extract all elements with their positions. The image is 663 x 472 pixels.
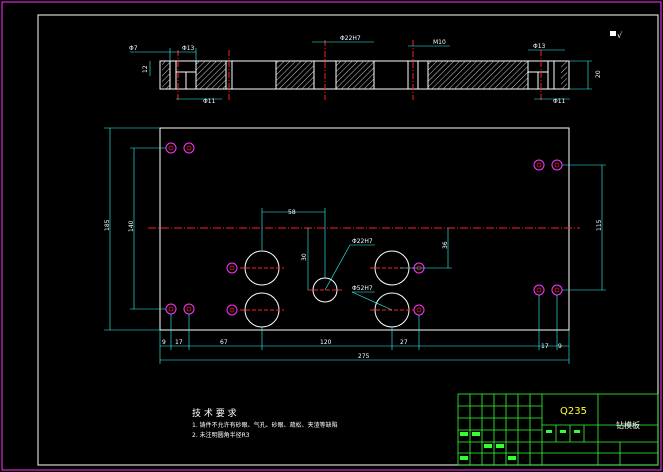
- part-name: 钻模板: [616, 420, 640, 430]
- tech-requirements: 技 术 要 求 1. 铸件不允许有砂眼、气孔、砂眼、疏松、夹渣等缺陷 2. 未注…: [192, 407, 338, 439]
- hatch-area: [561, 61, 567, 89]
- dim-label: Φ11: [203, 98, 216, 105]
- section-view: Φ7 Φ13 Φ11 Φ22H7 M10 Φ13 Φ11 12 20: [129, 35, 602, 105]
- hatch-area: [162, 61, 170, 89]
- dim-label: Φ13: [182, 45, 195, 52]
- tech-item: 1. 铸件不允许有砂眼、气孔、砂眼、疏松、夹渣等缺陷: [192, 421, 338, 429]
- dim-label: 275: [358, 353, 370, 360]
- dim-label: 58: [288, 209, 296, 216]
- hatch-area: [336, 61, 374, 89]
- dim-label: 67: [220, 339, 228, 346]
- tech-item: 2. 未注明圆角半径R3: [192, 431, 250, 439]
- dim-label: 27: [400, 339, 408, 346]
- tech-title: 技 术 要 求: [192, 407, 237, 419]
- roughness-box: [610, 31, 616, 36]
- dim-label: 140: [128, 220, 135, 232]
- dim-label: 30: [301, 253, 308, 261]
- dim-label: Φ11: [553, 98, 566, 105]
- plate-outline: [159, 127, 570, 331]
- dim-label: 120: [320, 339, 332, 346]
- dim-label: Φ52H7: [352, 285, 373, 292]
- roughness-symbol: √: [617, 31, 623, 40]
- plan-view: 185 140 115 58 30 36 Φ22H7 Φ52H7 9 17 67…: [104, 127, 606, 364]
- title-block-fill: [460, 430, 580, 460]
- dim-label: Φ13: [533, 43, 546, 50]
- hatch-area: [196, 61, 226, 89]
- dim-label: 9: [162, 339, 166, 346]
- dim-label: 20: [595, 70, 602, 78]
- dim-label: 17: [541, 343, 549, 350]
- dim-label: 17: [175, 339, 183, 346]
- dim-label: 12: [142, 65, 149, 73]
- material-label: Q235: [560, 406, 587, 417]
- dim-label: 9: [558, 343, 562, 350]
- dim-label: Φ7: [129, 45, 138, 52]
- dim-label: 36: [442, 241, 449, 249]
- dim-label: 115: [596, 219, 603, 231]
- hatch-area: [428, 61, 528, 89]
- dim-label: M10: [433, 39, 446, 46]
- dim-label: 185: [104, 219, 111, 231]
- engineering-drawing: √ Φ7 Φ13 Φ11 Φ22H7 M10 Φ13 Φ11 12 20 185…: [1, 1, 662, 471]
- dim-label: Φ22H7: [340, 35, 361, 42]
- hatch-area: [276, 61, 314, 89]
- dim-label: Φ22H7: [352, 238, 373, 245]
